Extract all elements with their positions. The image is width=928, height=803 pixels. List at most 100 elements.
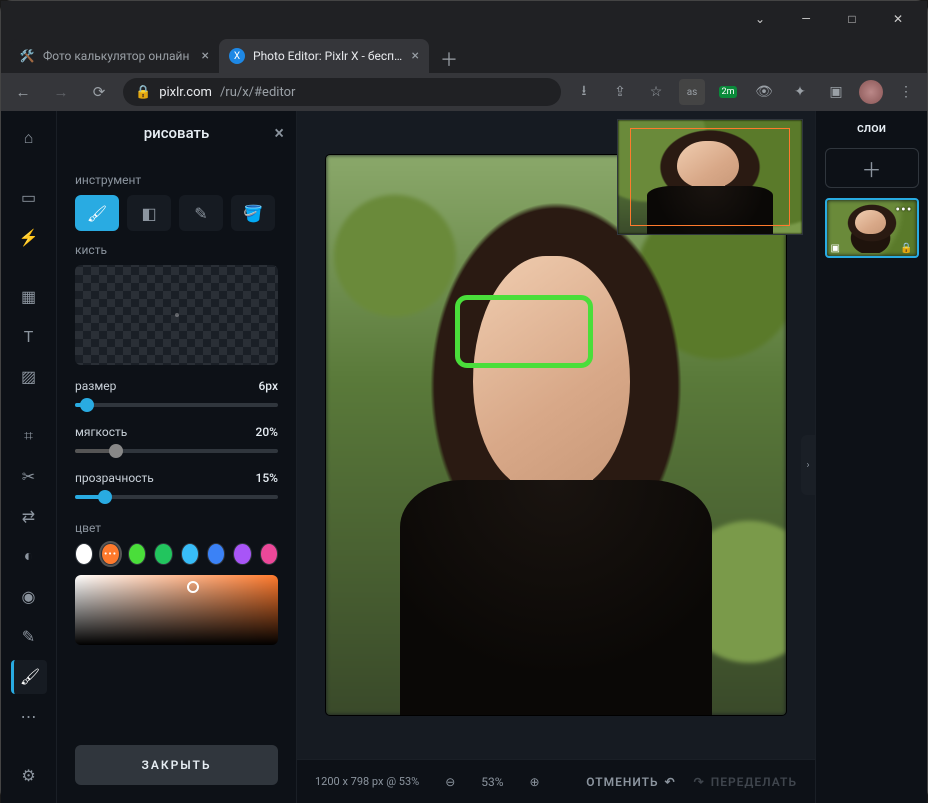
opacity-slider[interactable] [75,489,278,505]
color-swatch[interactable] [181,543,199,565]
drawtool-fill[interactable]: 🪣 [231,195,275,231]
drawtool-eraser[interactable]: ◧ [127,195,171,231]
tool-picker: 🖌◧✎🪣 [75,195,278,231]
panel-footer: ЗАКРЫТЬ [57,731,296,803]
extension-as[interactable]: as [679,79,705,105]
reload-button[interactable]: ⟳ [85,78,113,106]
browser-tab[interactable]: 🛠️ Фото калькулятор онлайн × [9,39,219,73]
window-close[interactable]: ✕ [875,4,921,34]
close-button[interactable]: ЗАКРЫТЬ [75,745,278,785]
section-label-tool: инструмент [75,173,278,187]
drawtool-pencil[interactable]: ✎ [179,195,223,231]
size-label: размер [75,379,116,393]
color-gradient-picker[interactable] [75,575,278,645]
layer-menu-icon[interactable]: ••• [895,202,912,218]
rail-draw-tool[interactable]: 🖌 [11,660,47,694]
browser-tabbar: 🛠️ Фото калькулятор онлайн × X Photo Edi… [1,37,927,73]
rail-select-tool[interactable]: ▭ [11,180,47,214]
navigator[interactable] [617,119,803,235]
window-caret-icon[interactable]: ⌄ [737,4,783,34]
color-swatch[interactable]: ••• [101,543,119,565]
tab-title: Фото калькулятор онлайн [43,49,194,63]
browser-menu-icon[interactable]: ⋮ [893,79,919,105]
softness-row: мягкость 20% [75,425,278,439]
navigator-viewport[interactable] [630,128,790,226]
gradient-cursor[interactable] [187,581,199,593]
install-app-icon[interactable]: ⭳ [571,79,597,105]
browser-tab-active[interactable]: X Photo Editor: Pixlr X - бесплатны × [219,39,429,73]
rail-contrast-tool[interactable]: ◐ [11,539,47,573]
url-path: /ru/x/#editor [220,85,295,100]
canvas-photo[interactable] [326,155,786,715]
rail-cut-tool[interactable]: ✂ [11,459,47,493]
rail-layout-tool[interactable]: ▦ [11,280,47,314]
draw-panel: рисовать × инструмент 🖌◧✎🪣 кисть размер … [57,111,297,803]
redo-icon: ↷ [694,775,705,789]
window-maximize[interactable]: □ [829,4,875,34]
rail-home-tool[interactable]: ⌂ [11,121,47,155]
panel-close-icon[interactable]: × [274,123,284,144]
brush-preview[interactable] [75,265,278,365]
size-value: 6px [258,379,278,393]
canvas-area[interactable]: › [297,111,815,759]
rail-liquify-tool[interactable]: ◉ [11,579,47,613]
extension-eye-icon[interactable]: 👁 [751,79,777,105]
extension-badge[interactable]: 2m [715,79,741,105]
canvas-info: 1200 x 798 px @ 53% [315,775,419,788]
layers-panel: слои ＋ ••• ▣🔒 [815,111,927,803]
back-button[interactable]: ← [9,78,37,106]
rail-more-tool[interactable]: ⋯ [11,700,47,734]
forward-button[interactable]: → [47,78,75,106]
layers-title: слои [857,121,886,136]
extensions-puzzle-icon[interactable]: ✦ [787,79,813,105]
rail-crop-tool[interactable]: ⌗ [11,419,47,453]
layer-thumb[interactable]: ••• ▣🔒 [825,198,919,258]
opacity-value: 15% [256,471,278,485]
expand-right-tab[interactable]: › [801,435,815,495]
pixlr-app: ⌂▭⚡▦T▨⌗✂⇄◐◉✎🖌⋯⚙ рисовать × инструмент 🖌◧… [1,111,927,803]
address-bar[interactable]: 🔒 pixlr.com/ru/x/#editor [123,78,561,106]
zoom-value[interactable]: 53% [481,775,503,789]
profile-avatar[interactable] [859,80,883,104]
color-swatch[interactable] [233,543,251,565]
color-swatch[interactable] [128,543,146,565]
softness-slider[interactable] [75,443,278,459]
color-swatch[interactable] [154,543,172,565]
section-label-brush: кисть [75,243,278,257]
color-swatch[interactable] [75,543,93,565]
size-slider[interactable] [75,397,278,413]
tab-favicon-icon: 🛠️ [19,48,35,64]
extension-window-icon[interactable]: ▣ [823,79,849,105]
color-swatch[interactable] [260,543,278,565]
bookmark-star-icon[interactable]: ☆ [643,79,669,105]
rail-adjust-tool[interactable]: ⇄ [11,499,47,533]
panel-header: рисовать × [57,111,296,155]
share-icon[interactable]: ⇪ [607,79,633,105]
redo-button[interactable]: ↷ПЕРЕДЕЛАТЬ [694,775,797,789]
zoom-out-icon[interactable]: ⊖ [437,769,463,795]
lock-icon: 🔒 [135,85,151,100]
color-swatch[interactable] [207,543,225,565]
rail-text-tool[interactable]: T [11,320,47,354]
browser-urlbar: ← → ⟳ 🔒 pixlr.com/ru/x/#editor ⭳ ⇪ ☆ as … [1,73,927,111]
size-row: размер 6px [75,379,278,393]
zoom-in-icon[interactable]: ⊕ [522,769,548,795]
opacity-label: прозрачность [75,471,154,485]
panel-title: рисовать [144,124,210,142]
undo-button[interactable]: ОТМЕНИТЬ↶ [586,775,675,789]
tab-favicon-icon: X [229,48,245,64]
add-layer-button[interactable]: ＋ [825,148,919,188]
tab-close-icon[interactable]: × [412,48,419,64]
tab-title: Photo Editor: Pixlr X - бесплатны [253,49,404,63]
window-minimize[interactable]: — [783,4,829,34]
new-tab-button[interactable]: ＋ [435,45,463,73]
rail-wand-tool[interactable]: ⚡ [11,220,47,254]
drawtool-brush[interactable]: 🖌 [75,195,119,231]
canvas-wrap: › 1200 x 798 px @ 53% ⊖ 53% ⊕ ОТМЕНИТЬ↶ … [297,111,815,803]
rail-settings-tool[interactable]: ⚙ [11,759,47,793]
rail-heal-tool[interactable]: ✎ [11,619,47,653]
tab-close-icon[interactable]: × [202,48,209,64]
section-label-color: цвет [75,521,278,535]
rail-pattern-tool[interactable]: ▨ [11,360,47,394]
layer-lock-icon: 🔒 [900,243,912,254]
